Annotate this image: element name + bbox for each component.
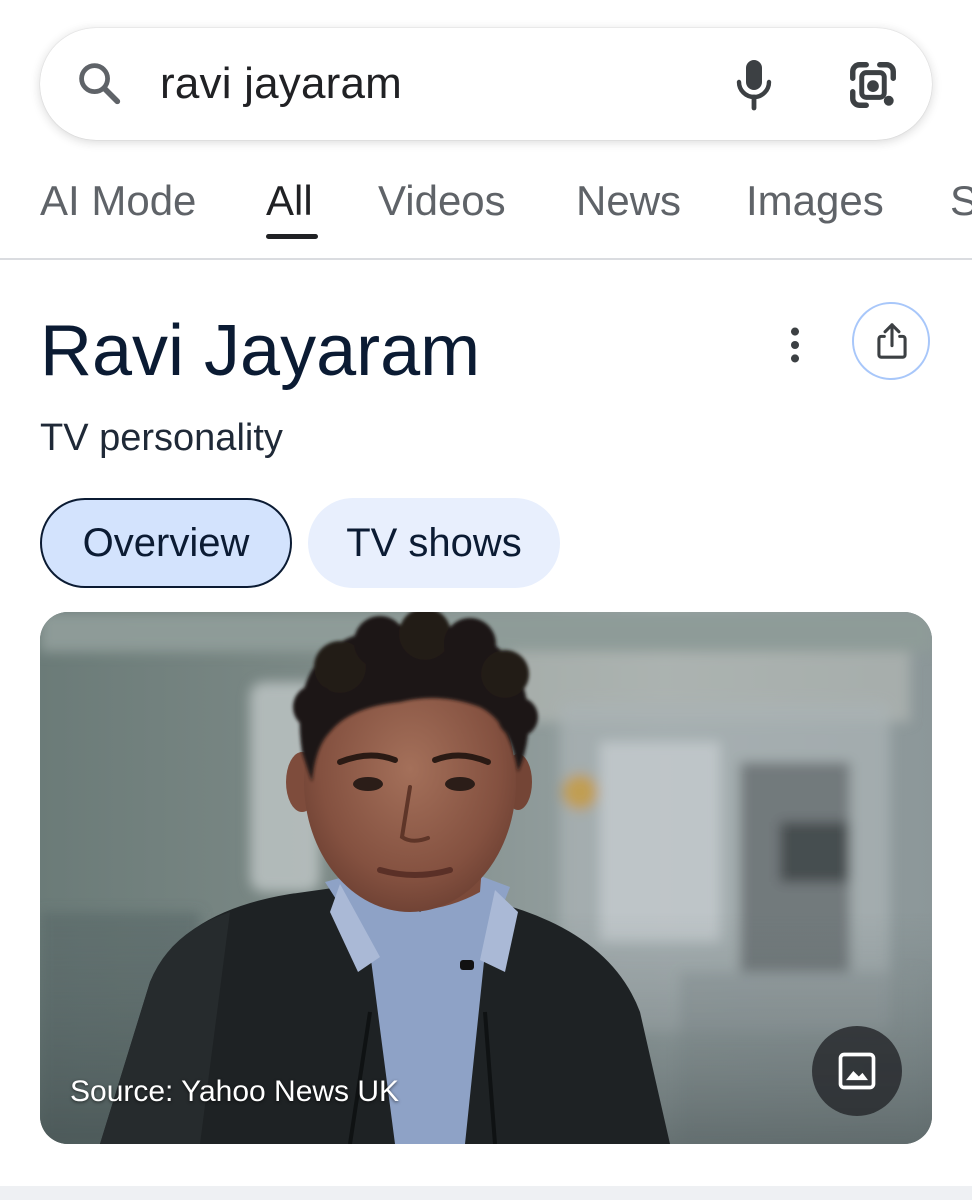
active-tab-indicator [266, 234, 318, 239]
section-divider [0, 1186, 972, 1200]
entity-photo[interactable] [40, 612, 932, 1144]
search-tabs: AI Mode All Videos News Images S [0, 160, 972, 260]
view-images-button[interactable] [812, 1026, 902, 1116]
entity-image-card[interactable]: Source: Yahoo News UK [40, 612, 932, 1144]
share-icon [877, 323, 907, 359]
search-input[interactable]: ravi jayaram [160, 56, 402, 112]
search-results-page: ravi jayaram AI Mode All Videos News Ima… [0, 0, 972, 1200]
tab-news[interactable]: News [576, 174, 681, 228]
tab-ai-mode[interactable]: AI Mode [40, 174, 196, 228]
search-bar[interactable]: ravi jayaram [40, 28, 932, 140]
tab-videos[interactable]: Videos [378, 174, 506, 228]
chip-tv-shows[interactable]: TV shows [308, 498, 560, 588]
tab-all[interactable]: All [266, 174, 313, 228]
image-icon [838, 1052, 876, 1090]
entity-subtitle: TV personality [40, 417, 283, 459]
chip-overview[interactable]: Overview [40, 498, 292, 588]
tab-shopping[interactable]: S [950, 174, 972, 228]
lens-icon[interactable] [846, 58, 900, 112]
share-button[interactable] [852, 302, 930, 380]
entity-title: Ravi Jayaram [40, 311, 481, 391]
mic-icon[interactable] [730, 56, 778, 112]
image-source-label: Source: Yahoo News UK [70, 1075, 400, 1108]
search-icon[interactable] [74, 58, 126, 110]
tab-images[interactable]: Images [746, 174, 884, 228]
more-vert-icon[interactable] [772, 322, 818, 368]
